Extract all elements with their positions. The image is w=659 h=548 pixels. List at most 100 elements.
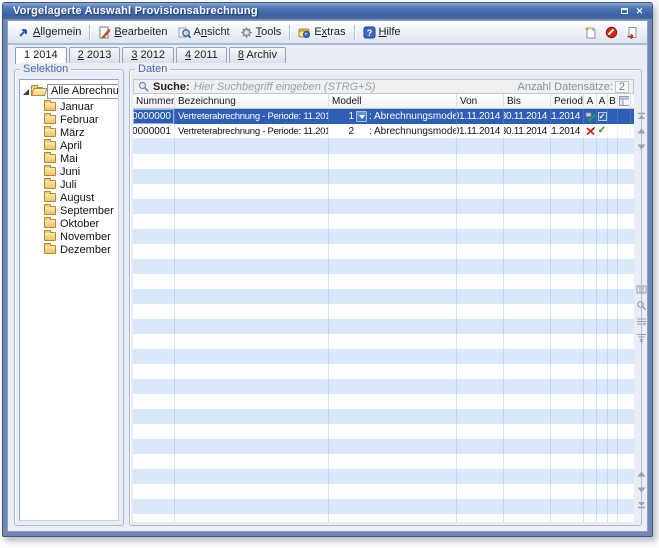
folder-icon: [44, 206, 56, 215]
tree-item-juli[interactable]: Juli: [20, 178, 118, 191]
tab-2011[interactable]: 4 2011: [176, 47, 227, 63]
search-icon: [138, 81, 149, 92]
close-button[interactable]: ✕: [632, 5, 647, 17]
folder-icon: [44, 193, 56, 202]
abort-button[interactable]: [601, 24, 622, 41]
column-chooser-button[interactable]: [618, 94, 631, 108]
tree-item-oktober[interactable]: Oktober: [20, 217, 118, 230]
tab-2012[interactable]: 3 2012: [122, 47, 174, 63]
title-bar[interactable]: Vorgelagerte Auswahl Provisionsabrechnun…: [3, 3, 652, 19]
card-view-button[interactable]: [636, 284, 647, 295]
column-header-bis[interactable]: Bis: [504, 94, 551, 108]
search-bar[interactable]: Suche: Hier Suchbegriff eingeben (STRG+S…: [133, 79, 634, 94]
folder-icon: [44, 128, 56, 137]
help-icon: ?: [363, 26, 376, 39]
restore-button[interactable]: [617, 5, 632, 17]
search-input[interactable]: Hier Suchbegriff eingeben (STRG+S): [194, 81, 514, 93]
zoom-button[interactable]: [636, 300, 647, 311]
view-icon: [178, 26, 191, 39]
record-count: Anzahl Datensätze:2: [517, 81, 629, 93]
tree-item-dezember[interactable]: Dezember: [20, 243, 118, 256]
selektion-panel: Selektion Alle Abrechnungen Januar Febru…: [14, 69, 124, 526]
scroll-down-button[interactable]: [636, 484, 647, 495]
selection-tree: Alle Abrechnungen Januar Februar März Ap…: [19, 79, 119, 521]
toolbar-tools[interactable]: Tools: [235, 24, 287, 41]
table-row[interactable]: 1000000000 Vertreterabrechnung - Periode…: [133, 109, 634, 124]
scroll-up-button[interactable]: [636, 469, 647, 480]
column-header-a2[interactable]: A: [597, 94, 608, 108]
folder-icon: [44, 102, 56, 111]
nav-arrow-icon: [17, 26, 30, 39]
folder-icon: [44, 245, 56, 254]
tab-bar: 1 2014 2 2013 3 2012 4 2011 8 Archiv: [8, 45, 647, 63]
cell-modell: 1 : Abrechnungsmodell 1: [329, 109, 457, 124]
column-header-bezeichnung[interactable]: Bezeichnung: [175, 94, 329, 108]
column-chooser-icon: [619, 96, 629, 106]
exit-icon: [626, 26, 639, 39]
exit-button[interactable]: [622, 24, 643, 41]
check-icon: ✓: [597, 124, 608, 138]
tools-icon: [240, 26, 253, 39]
folder-icon: [44, 232, 56, 241]
cell-modell: 2 : Abrechnungsmodell 2: [329, 124, 457, 138]
table-row[interactable]: 1000000001 Vertreterabrechnung - Periode…: [133, 124, 634, 139]
scroll-down-button[interactable]: [636, 141, 647, 152]
cell-b: [608, 124, 618, 138]
tree-item-februar[interactable]: Februar: [20, 113, 118, 126]
restore-icon: [621, 8, 628, 14]
filter-button[interactable]: [636, 332, 647, 343]
folder-icon: [44, 219, 56, 228]
daten-panel: Daten Suche: Hier Suchbegriff eingeben (…: [129, 69, 642, 526]
column-header-nummer[interactable]: Nummer: [133, 94, 175, 108]
summary-button[interactable]: [636, 316, 647, 327]
tree-item-april[interactable]: April: [20, 139, 118, 152]
tree-root-alle-abrechnungen[interactable]: Alle Abrechnungen: [20, 84, 118, 99]
expander-icon[interactable]: [23, 89, 29, 95]
tab-archiv[interactable]: 8 Archiv: [229, 47, 286, 63]
column-header-von[interactable]: Von: [457, 94, 504, 108]
scroll-up-button[interactable]: [636, 126, 647, 137]
checkbox-checked-icon: ✓: [597, 109, 608, 124]
column-header-b[interactable]: B: [608, 94, 618, 108]
cell-periode: 11.2014: [551, 109, 584, 124]
tree-item-september[interactable]: September: [20, 204, 118, 217]
column-header-modell[interactable]: Modell: [329, 94, 457, 108]
new-button[interactable]: [580, 24, 601, 41]
folder-icon: [44, 180, 56, 189]
toolbar-separator: [354, 25, 355, 40]
toolbar-separator: [289, 25, 290, 40]
grid-empty-area: [133, 139, 634, 522]
cell-b: [608, 109, 618, 124]
folder-icon: [44, 154, 56, 163]
cell-nummer: 1000000000: [133, 109, 175, 124]
daten-label: Daten: [135, 63, 170, 75]
toolbar-extras[interactable]: Extras: [293, 24, 350, 41]
selektion-label: Selektion: [20, 63, 71, 75]
tree-item-november[interactable]: November: [20, 230, 118, 243]
grid-header: Nummer Bezeichnung Modell Von Bis Period…: [133, 94, 634, 109]
toolbar-hilfe[interactable]: ? Hilfe: [358, 24, 406, 41]
cell-bezeichnung: Vertreterabrechnung - Periode: 11.2014: [175, 124, 329, 138]
tree-item-juni[interactable]: Juni: [20, 165, 118, 178]
modell-dropdown-button[interactable]: [356, 111, 367, 122]
abort-icon: [605, 26, 618, 39]
tab-2013[interactable]: 2 2013: [69, 47, 121, 63]
svg-text:?: ?: [366, 28, 372, 38]
tab-2014[interactable]: 1 2014: [15, 47, 67, 64]
tree-item-august[interactable]: August: [20, 191, 118, 204]
tree-item-januar[interactable]: Januar: [20, 100, 118, 113]
toolbar-allgemein[interactable]: Allgemein: [12, 24, 86, 41]
toolbar-ansicht[interactable]: Ansicht: [173, 24, 235, 41]
crossed-out-icon: [584, 124, 597, 138]
scroll-first-button[interactable]: [636, 111, 647, 122]
tree-item-mai[interactable]: Mai: [20, 152, 118, 165]
toolbar-bearbeiten[interactable]: Bearbeiten: [93, 24, 172, 41]
folder-icon: [44, 167, 56, 176]
tree-item-maerz[interactable]: März: [20, 126, 118, 139]
extras-icon: [298, 26, 311, 39]
content-area: Selektion Alle Abrechnungen Januar Febru…: [8, 63, 647, 531]
column-header-a1[interactable]: A: [584, 94, 597, 108]
scroll-last-button[interactable]: [636, 499, 647, 510]
column-header-periode[interactable]: Periode: [551, 94, 584, 108]
cell-nummer: 1000000001: [133, 124, 175, 138]
